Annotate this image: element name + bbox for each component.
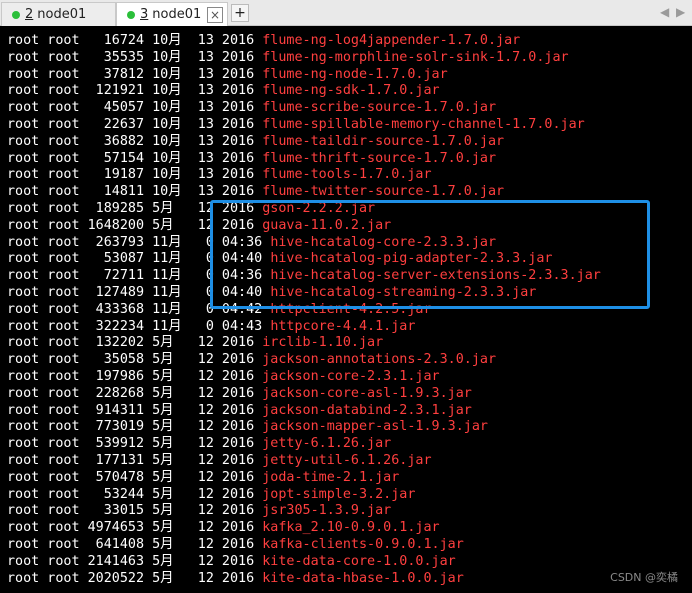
file-name: httpcore-4.4.1.jar — [270, 318, 416, 334]
file-meta: root root 228268 5月 12 2016 — [7, 385, 263, 401]
watermark: CSDN @奕橘 — [610, 571, 678, 584]
file-name: flume-ng-log4jappender-1.7.0.jar — [262, 33, 521, 48]
file-meta: root root 197986 5月 12 2016 — [7, 369, 263, 384]
terminal-line: root root 2141463 5月 12 2016 kite-data-c… — [7, 553, 456, 570]
tab-label: node01 — [152, 7, 202, 22]
file-name: joda-time-2.1.jar — [262, 469, 400, 485]
file-name: jopt-simple-3.2.jar — [262, 486, 416, 502]
terminal-output[interactable]: root root 16724 10月 13 2016 flume-ng-log… — [0, 26, 692, 593]
terminal-line: root root 570478 5月 12 2016 joda-time-2.… — [7, 469, 399, 486]
file-meta: root root 2020522 5月 12 2016 — [7, 570, 263, 586]
file-meta: root root 914311 5月 12 2016 — [7, 402, 263, 418]
terminal-line: root root 53244 5月 12 2016 jopt-simple-3… — [7, 486, 415, 503]
file-name: jackson-annotations-2.3.0.jar — [262, 352, 497, 368]
file-meta: root root 539912 5月 12 2016 — [7, 436, 263, 452]
terminal-line: root root 35535 10月 13 2016 flume-ng-mor… — [7, 49, 569, 66]
file-meta: root root 57154 10月 13 2016 — [7, 150, 263, 166]
file-meta: root root 570478 5月 12 2016 — [7, 469, 263, 485]
terminal-line: root root 4974653 5月 12 2016 kafka_2.10-… — [7, 519, 440, 536]
terminal-line: root root 16724 10月 13 2016 flume-ng-log… — [7, 32, 520, 49]
terminal-line: root root 19187 10月 13 2016 flume-tools-… — [7, 166, 432, 183]
highlight-box — [210, 200, 650, 309]
file-meta: root root 641408 5月 12 2016 — [7, 537, 263, 552]
tab-bar: 2 node01 3 node01 × + ◀ ▶ — [0, 0, 692, 26]
file-name: flume-scribe-source-1.7.0.jar — [262, 100, 497, 116]
file-meta: root root 121921 10月 13 2016 — [7, 83, 263, 99]
file-meta: root root 322234 11月 0 04:43 — [7, 318, 271, 334]
terminal-line: root root 773019 5月 12 2016 jackson-mapp… — [7, 418, 488, 435]
file-meta: root root 22637 10月 13 2016 — [7, 117, 263, 132]
connection-status-icon — [127, 10, 135, 19]
terminal-line: root root 35058 5月 12 2016 jackson-annot… — [7, 351, 496, 368]
terminal-line: root root 641408 5月 12 2016 kafka-client… — [7, 536, 464, 553]
file-name: jsr305-1.3.9.jar — [262, 503, 392, 519]
file-name: jackson-mapper-asl-1.9.3.jar — [262, 419, 488, 435]
file-meta: root root 53244 5月 12 2016 — [7, 486, 263, 502]
file-name: flume-ng-node-1.7.0.jar — [262, 66, 448, 82]
file-name: flume-taildir-source-1.7.0.jar — [262, 133, 505, 149]
tab-number: 3 — [140, 7, 149, 22]
file-meta: root root 35535 10月 13 2016 — [7, 49, 263, 65]
scroll-tabs-right-icon[interactable]: ▶ — [676, 5, 685, 19]
file-name: flume-twitter-source-1.7.0.jar — [262, 184, 505, 200]
file-meta: root root 37812 10月 13 2016 — [7, 66, 263, 82]
file-name: flume-spillable-memory-channel-1.7.0.jar — [262, 117, 585, 132]
terminal-line: root root 2020522 5月 12 2016 kite-data-h… — [7, 570, 464, 587]
terminal-line: root root 57154 10月 13 2016 flume-thrift… — [7, 150, 496, 167]
tab-number: 2 — [25, 7, 34, 22]
terminal-line: root root 132202 5月 12 2016 irclib-1.10.… — [7, 334, 383, 351]
terminal-line: root root 36882 10月 13 2016 flume-taildi… — [7, 133, 504, 150]
file-meta: root root 35058 5月 12 2016 — [7, 352, 263, 368]
terminal-line: root root 539912 5月 12 2016 jetty-6.1.26… — [7, 435, 391, 452]
terminal-line: root root 37812 10月 13 2016 flume-ng-nod… — [7, 66, 448, 83]
file-meta: root root 4974653 5月 12 2016 — [7, 520, 263, 536]
file-name: jetty-util-6.1.26.jar — [262, 453, 432, 468]
file-name: irclib-1.10.jar — [262, 335, 384, 351]
file-name: jackson-core-asl-1.9.3.jar — [262, 385, 472, 401]
terminal-line: root root 33015 5月 12 2016 jsr305-1.3.9.… — [7, 502, 391, 519]
file-meta: root root 14811 10月 13 2016 — [7, 184, 263, 200]
file-meta: root root 33015 5月 12 2016 — [7, 503, 263, 519]
file-name: kafka-clients-0.9.0.1.jar — [262, 537, 464, 552]
close-tab-icon[interactable]: × — [207, 7, 223, 23]
connection-status-icon — [12, 10, 20, 19]
terminal-line: root root 121921 10月 13 2016 flume-ng-sd… — [7, 82, 440, 99]
file-meta: root root 773019 5月 12 2016 — [7, 419, 263, 435]
file-name: flume-ng-sdk-1.7.0.jar — [262, 83, 440, 99]
file-name: jackson-databind-2.3.1.jar — [262, 402, 472, 418]
tab-node01-3[interactable]: 3 node01 × — [116, 2, 228, 26]
scroll-tabs-left-icon[interactable]: ◀ — [660, 5, 669, 19]
file-meta: root root 45057 10月 13 2016 — [7, 100, 263, 116]
file-name: flume-tools-1.7.0.jar — [262, 167, 432, 183]
file-name: kafka_2.10-0.9.0.1.jar — [262, 520, 440, 536]
file-name: kite-data-core-1.0.0.jar — [262, 553, 456, 569]
new-tab-button[interactable]: + — [231, 4, 249, 22]
terminal-line: root root 14811 10月 13 2016 flume-twitte… — [7, 183, 504, 200]
file-meta: root root 132202 5月 12 2016 — [7, 335, 263, 351]
file-name: flume-thrift-source-1.7.0.jar — [262, 150, 497, 166]
tab-node01-2[interactable]: 2 node01 — [1, 2, 116, 26]
file-name: flume-ng-morphline-solr-sink-1.7.0.jar — [262, 49, 569, 65]
file-name: jetty-6.1.26.jar — [262, 436, 392, 452]
terminal-line: root root 177131 5月 12 2016 jetty-util-6… — [7, 452, 432, 469]
terminal-line: root root 322234 11月 0 04:43 httpcore-4.… — [7, 318, 415, 335]
file-name: jackson-core-2.3.1.jar — [262, 369, 440, 384]
terminal-line: root root 22637 10月 13 2016 flume-spilla… — [7, 116, 585, 133]
file-name: kite-data-hbase-1.0.0.jar — [262, 570, 464, 586]
terminal-line: root root 45057 10月 13 2016 flume-scribe… — [7, 99, 496, 116]
file-meta: root root 19187 10月 13 2016 — [7, 167, 263, 183]
file-meta: root root 36882 10月 13 2016 — [7, 133, 263, 149]
file-meta: root root 177131 5月 12 2016 — [7, 453, 263, 468]
terminal-line: root root 914311 5月 12 2016 jackson-data… — [7, 402, 472, 419]
terminal-line: root root 197986 5月 12 2016 jackson-core… — [7, 368, 440, 385]
file-meta: root root 16724 10月 13 2016 — [7, 33, 263, 48]
file-meta: root root 2141463 5月 12 2016 — [7, 553, 263, 569]
tab-label: node01 — [37, 7, 87, 22]
terminal-line: root root 228268 5月 12 2016 jackson-core… — [7, 385, 472, 402]
